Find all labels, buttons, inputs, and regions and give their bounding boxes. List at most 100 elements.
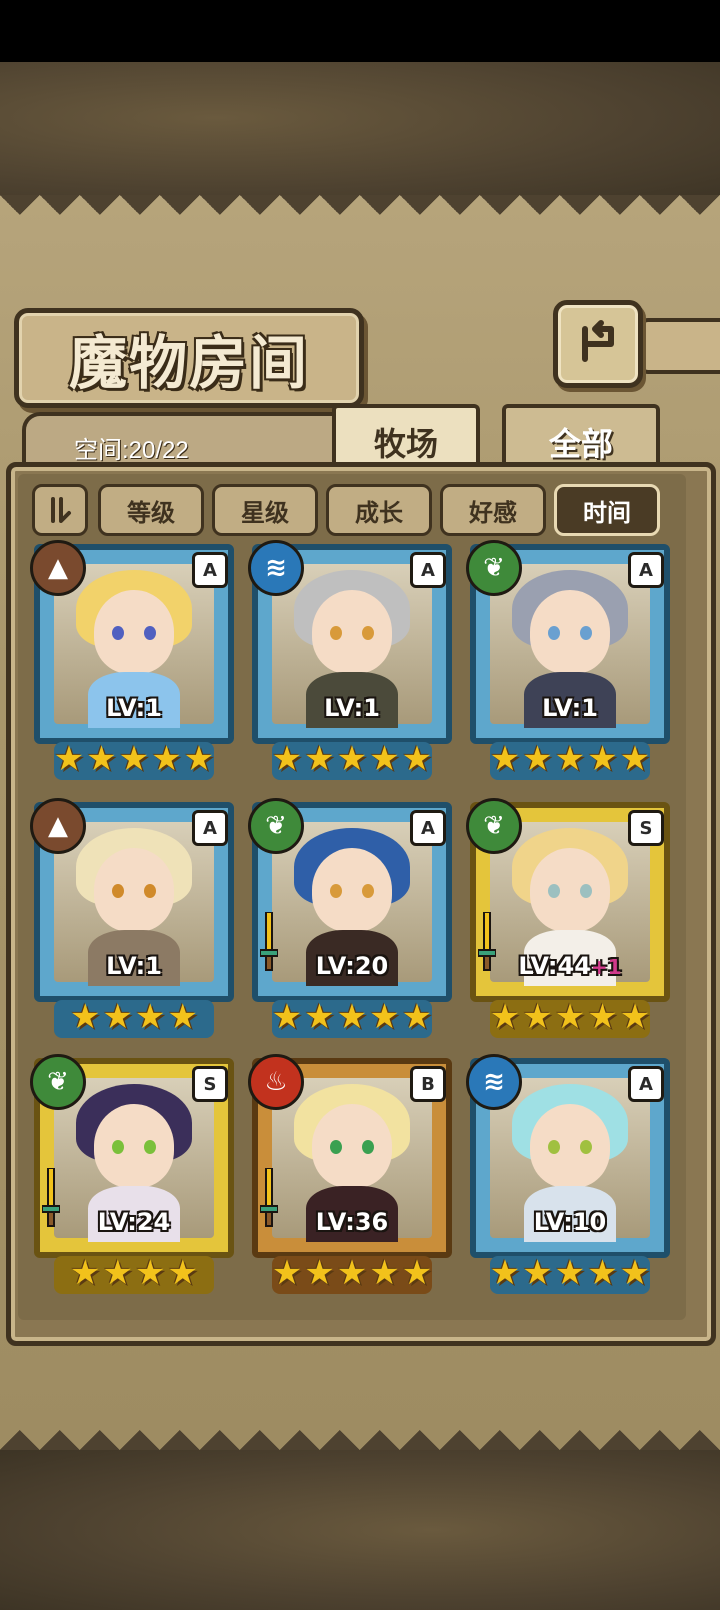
monster-level: LV:44+1 — [470, 952, 670, 980]
back-button-rail — [640, 318, 720, 374]
rank-badge: B — [410, 1066, 446, 1102]
level-text: LV:1 — [106, 694, 162, 722]
monster-face — [530, 848, 610, 932]
monster-card[interactable]: ❦ S LV:44+1 ★ ★ ★ ★ ★ — [466, 798, 670, 1042]
star-icon: ★ — [587, 739, 618, 779]
space-count: 空间:20/22 — [74, 437, 189, 464]
star-icon: ★ — [401, 739, 433, 779]
monster-eye — [548, 626, 560, 640]
star-icon: ★ — [401, 997, 433, 1037]
tab-ranch-label: 牧场 — [373, 425, 438, 463]
monster-level: LV:1 — [470, 694, 670, 722]
monster-eye — [330, 626, 342, 640]
star-rating: ★ ★ ★ ★ ★ — [252, 740, 452, 780]
monster-card[interactable]: ≋ A LV:1 ★ ★ ★ ★ ★ — [248, 540, 452, 784]
sort-time-label: 时间 — [583, 498, 631, 527]
monster-eye — [144, 884, 156, 898]
game-screen: 魔物房间 空间:20/22 牧场 全部 等级 星级 成长 好感 时间 ▲ A L… — [0, 0, 720, 1610]
star-rating: ★ ★ ★ ★ — [34, 998, 234, 1038]
monster-card[interactable]: ≋ A LV:10 ★ ★ ★ ★ ★ — [466, 1054, 670, 1298]
star-icon: ★ — [489, 997, 521, 1037]
star-icon: ★ — [151, 739, 182, 779]
leaf-icon: ❦ — [466, 798, 522, 854]
leaf-icon: ❦ — [248, 798, 304, 854]
mountain-icon: ▲ — [30, 540, 86, 596]
rank-badge: A — [410, 810, 446, 846]
back-button[interactable] — [553, 300, 643, 388]
monster-card[interactable]: ♨ B LV:36 ★ ★ ★ ★ ★ — [248, 1054, 452, 1298]
wave-icon: ≋ — [466, 1054, 522, 1110]
level-text: LV:10 — [533, 1208, 607, 1236]
star-icon: ★ — [336, 997, 368, 1037]
sort-affection-button[interactable]: 好感 — [440, 484, 546, 536]
star-icon: ★ — [369, 997, 400, 1037]
star-icon: ★ — [587, 1253, 618, 1293]
monster-card[interactable]: ❦ A LV:20 ★ ★ ★ ★ ★ — [248, 798, 452, 1042]
star-icon: ★ — [86, 739, 117, 779]
sort-star-button[interactable]: 星级 — [212, 484, 318, 536]
monster-face — [530, 590, 610, 674]
monster-card[interactable]: ▲ A LV:1 ★ ★ ★ ★ — [30, 798, 234, 1042]
level-bonus: +1 — [590, 955, 622, 979]
star-icon: ★ — [135, 997, 166, 1037]
sort-time-button[interactable]: 时间 — [554, 484, 660, 536]
title-plate: 魔物房间 — [14, 308, 364, 408]
sort-star-label: 星级 — [241, 498, 289, 527]
leaf-icon: ❦ — [466, 540, 522, 596]
monster-eye — [362, 884, 374, 898]
monster-face — [312, 1104, 392, 1188]
star-icon: ★ — [167, 997, 198, 1037]
level-text: LV:1 — [106, 952, 162, 980]
monster-level: LV:10 — [470, 1208, 670, 1236]
star-icon: ★ — [336, 1253, 368, 1293]
monster-face — [94, 1104, 174, 1188]
level-text: LV:44 — [518, 952, 591, 980]
monster-card[interactable]: ❦ A LV:1 ★ ★ ★ ★ ★ — [466, 540, 670, 784]
monster-level: LV:24 — [34, 1208, 234, 1236]
rank-badge: A — [192, 552, 228, 588]
monster-card[interactable]: ▲ A LV:1 ★ ★ ★ ★ ★ — [30, 540, 234, 784]
sort-order-toggle[interactable] — [32, 484, 88, 536]
star-icon: ★ — [135, 1253, 166, 1293]
star-icon: ★ — [369, 1253, 400, 1293]
star-icon: ★ — [401, 1253, 433, 1293]
mountain-icon: ▲ — [30, 798, 86, 854]
sort-order-icon — [51, 497, 71, 523]
sort-bar: 等级 星级 成长 好感 时间 — [32, 484, 672, 536]
star-icon: ★ — [167, 1253, 198, 1293]
back-arrow-icon — [582, 320, 614, 362]
star-rating: ★ ★ ★ ★ ★ — [252, 1254, 452, 1294]
star-icon: ★ — [336, 739, 368, 779]
sort-level-button[interactable]: 等级 — [98, 484, 204, 536]
monster-level: LV:1 — [252, 694, 452, 722]
star-icon: ★ — [304, 739, 335, 779]
sort-growth-button[interactable]: 成长 — [326, 484, 432, 536]
monster-level: LV:1 — [34, 694, 234, 722]
panel-edge-top — [0, 195, 720, 235]
monster-face — [312, 590, 392, 674]
star-icon: ★ — [619, 739, 651, 779]
rank-badge: A — [410, 552, 446, 588]
star-rating: ★ ★ ★ ★ — [34, 1254, 234, 1294]
map-background-bottom — [0, 1450, 720, 1610]
rank-badge: A — [628, 1066, 664, 1102]
monster-eye — [144, 1140, 156, 1154]
star-icon: ★ — [489, 1253, 521, 1293]
monster-card[interactable]: ❦ S LV:24 ★ ★ ★ ★ — [30, 1054, 234, 1298]
level-text: LV:1 — [542, 694, 598, 722]
monster-eye — [580, 626, 592, 640]
monster-eye — [362, 626, 374, 640]
level-text: LV:36 — [315, 1208, 389, 1236]
monster-eye — [362, 1140, 374, 1154]
monster-eye — [112, 884, 124, 898]
star-icon: ★ — [619, 997, 651, 1037]
status-bar — [0, 0, 720, 62]
star-rating: ★ ★ ★ ★ ★ — [470, 740, 670, 780]
monster-eye — [580, 1140, 592, 1154]
star-icon: ★ — [554, 997, 586, 1037]
monster-face — [530, 1104, 610, 1188]
star-icon: ★ — [489, 739, 521, 779]
flame-icon: ♨ — [248, 1054, 304, 1110]
star-rating: ★ ★ ★ ★ ★ — [252, 998, 452, 1038]
monster-eye — [330, 884, 342, 898]
